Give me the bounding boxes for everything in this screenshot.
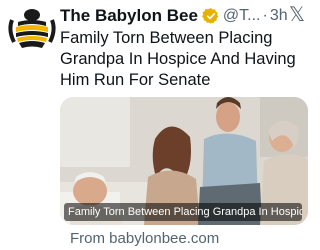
card-source[interactable]: From babylonbee.com (70, 230, 219, 247)
account-handle[interactable]: @T... (223, 7, 261, 25)
x-logo-icon[interactable]: 𝕏 (289, 2, 305, 27)
profile-avatar[interactable] (8, 6, 56, 54)
post-text: Family Torn Between Placing Grandpa In H… (60, 29, 296, 89)
babylon-bee-logo-icon (8, 9, 56, 48)
verified-badge-icon (201, 8, 219, 24)
link-card[interactable]: Family Torn Between Placing Grandpa In H… (60, 97, 308, 225)
post-timestamp[interactable]: 3h (270, 7, 288, 25)
post-header: The Babylon Bee @T... · 3h (60, 4, 305, 28)
separator-dot: · (262, 7, 268, 24)
account-name[interactable]: The Babylon Bee (60, 6, 198, 26)
card-title: Family Torn Between Placing Grandpa In H… (64, 203, 302, 221)
